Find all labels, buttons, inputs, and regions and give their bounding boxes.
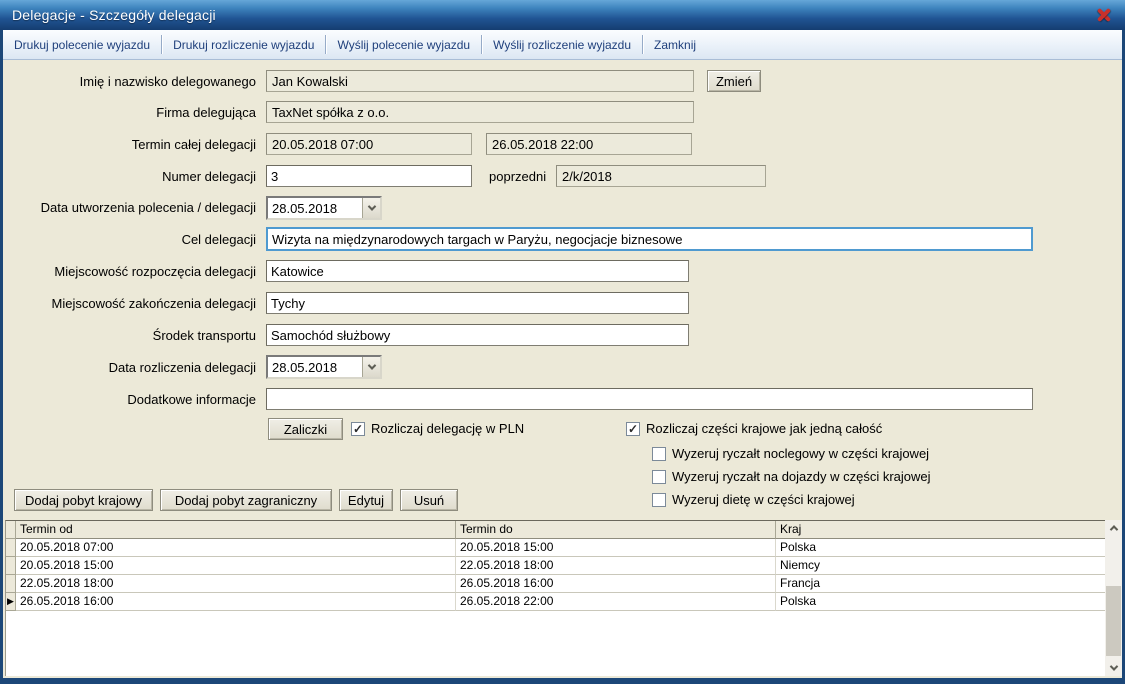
- creation-date-value: 28.05.2018: [268, 201, 362, 216]
- domestic-whole-checkbox[interactable]: [626, 422, 640, 436]
- number-label: Numer delegacji: [0, 169, 256, 184]
- print-travel-order-button[interactable]: Drukuj polecenie wyjazdu: [3, 30, 161, 59]
- table-row[interactable]: 20.05.2018 07:0020.05.2018 15:00Polska: [6, 539, 1105, 557]
- end-city-label: Miejscowość zakończenia delegacji: [0, 296, 256, 311]
- zero-transit-checkbox[interactable]: [652, 470, 666, 484]
- creation-date-label: Data utworzenia polecenia / delegacji: [0, 200, 256, 215]
- zero-lodging-checkbox-label: Wyzeruj ryczałt noclegowy w części krajo…: [672, 446, 929, 461]
- table-cell[interactable]: 20.05.2018 15:00: [16, 557, 456, 575]
- table-cell[interactable]: Polska: [776, 539, 1106, 557]
- domestic-whole-checkbox-label: Rozliczaj części krajowe jak jedną całoś…: [646, 421, 882, 436]
- title-bar: Delegacje - Szczegóły delegacji: [0, 0, 1125, 30]
- scroll-up-icon[interactable]: [1105, 520, 1122, 536]
- delete-stay-button[interactable]: Usuń: [400, 489, 458, 511]
- zero-diet-checkbox-label: Wyzeruj dietę w części krajowej: [672, 492, 855, 507]
- table-row[interactable]: 22.05.2018 18:0026.05.2018 16:00Francja: [6, 575, 1105, 593]
- domestic-whole-checkbox-group[interactable]: Rozliczaj części krajowe jak jedną całoś…: [626, 421, 882, 436]
- add-domestic-stay-button[interactable]: Dodaj pobyt krajowy: [14, 489, 153, 511]
- pln-checkbox-label: Rozliczaj delegację w PLN: [371, 421, 524, 436]
- zero-diet-checkbox-group[interactable]: Wyzeruj dietę w części krajowej: [652, 492, 855, 507]
- extra-info-label: Dodatkowe informacje: [0, 392, 256, 407]
- row-selector-cell[interactable]: [6, 557, 16, 575]
- delegate-name-label: Imię i nazwisko delegowanego: [0, 74, 256, 89]
- extra-info-input[interactable]: [266, 388, 1033, 410]
- table-row[interactable]: 20.05.2018 15:0022.05.2018 18:00Niemcy: [6, 557, 1105, 575]
- previous-number-label: poprzedni: [489, 169, 546, 184]
- chevron-down-icon: [367, 361, 375, 369]
- stays-table-body: 20.05.2018 07:0020.05.2018 15:00Polska20…: [6, 539, 1105, 611]
- toolbar: Drukuj polecenie wyjazdu Drukuj rozlicze…: [3, 30, 1122, 60]
- table-vertical-scrollbar[interactable]: [1105, 520, 1122, 676]
- table-cell[interactable]: 22.05.2018 18:00: [16, 575, 456, 593]
- term-label: Termin całej delegacji: [0, 137, 256, 152]
- chevron-down-icon: [367, 202, 375, 210]
- settlement-date-value: 28.05.2018: [268, 360, 362, 375]
- table-cell[interactable]: 26.05.2018 16:00: [456, 575, 776, 593]
- settlement-date-combo[interactable]: 28.05.2018: [266, 355, 382, 379]
- term-to-field: 26.05.2018 22:00: [486, 133, 692, 155]
- zero-diet-checkbox[interactable]: [652, 493, 666, 507]
- close-button[interactable]: Zamknij: [643, 30, 707, 59]
- stays-table: Termin od Termin do Kraj 20.05.2018 07:0…: [5, 520, 1105, 676]
- creation-date-dropdown-button[interactable]: [362, 198, 380, 218]
- stays-table-header: Termin od Termin do Kraj: [6, 521, 1105, 539]
- change-delegate-button[interactable]: Zmień: [707, 70, 761, 92]
- company-label: Firma delegująca: [0, 105, 256, 120]
- company-field: TaxNet spółka z o.o.: [266, 101, 694, 123]
- print-travel-settlement-button[interactable]: Drukuj rozliczenie wyjazdu: [162, 30, 325, 59]
- start-city-label: Miejscowość rozpoczęcia delegacji: [0, 264, 256, 279]
- number-input[interactable]: [266, 165, 472, 187]
- table-cell[interactable]: 26.05.2018 16:00: [16, 593, 456, 611]
- delegation-details-window: Delegacje - Szczegóły delegacji Drukuj p…: [0, 0, 1125, 684]
- settlement-date-label: Data rozliczenia delegacji: [0, 360, 256, 375]
- zero-transit-checkbox-group[interactable]: Wyzeruj ryczałt na dojazdy w części kraj…: [652, 469, 931, 484]
- row-selector-cell[interactable]: [6, 575, 16, 593]
- zero-lodging-checkbox-group[interactable]: Wyzeruj ryczałt noclegowy w części krajo…: [652, 446, 929, 461]
- settlement-date-dropdown-button[interactable]: [362, 357, 380, 377]
- scrollbar-thumb[interactable]: [1106, 586, 1121, 656]
- start-city-input[interactable]: [266, 260, 689, 282]
- purpose-label: Cel delegacji: [0, 232, 256, 247]
- pln-checkbox-group[interactable]: Rozliczaj delegację w PLN: [351, 421, 524, 436]
- row-selector-cell[interactable]: ▶: [6, 593, 16, 611]
- add-foreign-stay-button[interactable]: Dodaj pobyt zagraniczny: [160, 489, 332, 511]
- transport-input[interactable]: [266, 324, 689, 346]
- window-title: Delegacje - Szczegóły delegacji: [12, 7, 216, 23]
- table-cell[interactable]: Francja: [776, 575, 1106, 593]
- send-travel-order-button[interactable]: Wyślij polecenie wyjazdu: [326, 30, 481, 59]
- transport-label: Środek transportu: [0, 328, 256, 343]
- table-cell[interactable]: Polska: [776, 593, 1106, 611]
- term-from-field: 20.05.2018 07:00: [266, 133, 472, 155]
- delegate-name-field: Jan Kowalski: [266, 70, 694, 92]
- table-cell[interactable]: 26.05.2018 22:00: [456, 593, 776, 611]
- row-selector-cell[interactable]: [6, 539, 16, 557]
- row-selector-header-cell: [6, 521, 16, 539]
- end-city-input[interactable]: [266, 292, 689, 314]
- previous-number-field: 2/k/2018: [556, 165, 766, 187]
- column-header-termin-od[interactable]: Termin od: [16, 521, 456, 539]
- creation-date-combo[interactable]: 28.05.2018: [266, 196, 382, 220]
- pln-checkbox[interactable]: [351, 422, 365, 436]
- zero-lodging-checkbox[interactable]: [652, 447, 666, 461]
- column-header-kraj[interactable]: Kraj: [776, 521, 1106, 539]
- send-travel-settlement-button[interactable]: Wyślij rozliczenie wyjazdu: [482, 30, 642, 59]
- table-cell[interactable]: 20.05.2018 07:00: [16, 539, 456, 557]
- window-bottom-border: [0, 678, 1125, 684]
- scroll-down-icon[interactable]: [1105, 660, 1122, 676]
- edit-stay-button[interactable]: Edytuj: [339, 489, 393, 511]
- column-header-termin-do[interactable]: Termin do: [456, 521, 776, 539]
- table-cell[interactable]: 22.05.2018 18:00: [456, 557, 776, 575]
- table-cell[interactable]: 20.05.2018 15:00: [456, 539, 776, 557]
- close-icon[interactable]: [1095, 7, 1113, 23]
- purpose-input[interactable]: [266, 227, 1033, 251]
- advances-button[interactable]: Zaliczki: [268, 418, 343, 440]
- table-cell[interactable]: Niemcy: [776, 557, 1106, 575]
- zero-transit-checkbox-label: Wyzeruj ryczałt na dojazdy w części kraj…: [672, 469, 931, 484]
- table-row[interactable]: ▶26.05.2018 16:0026.05.2018 22:00Polska: [6, 593, 1105, 611]
